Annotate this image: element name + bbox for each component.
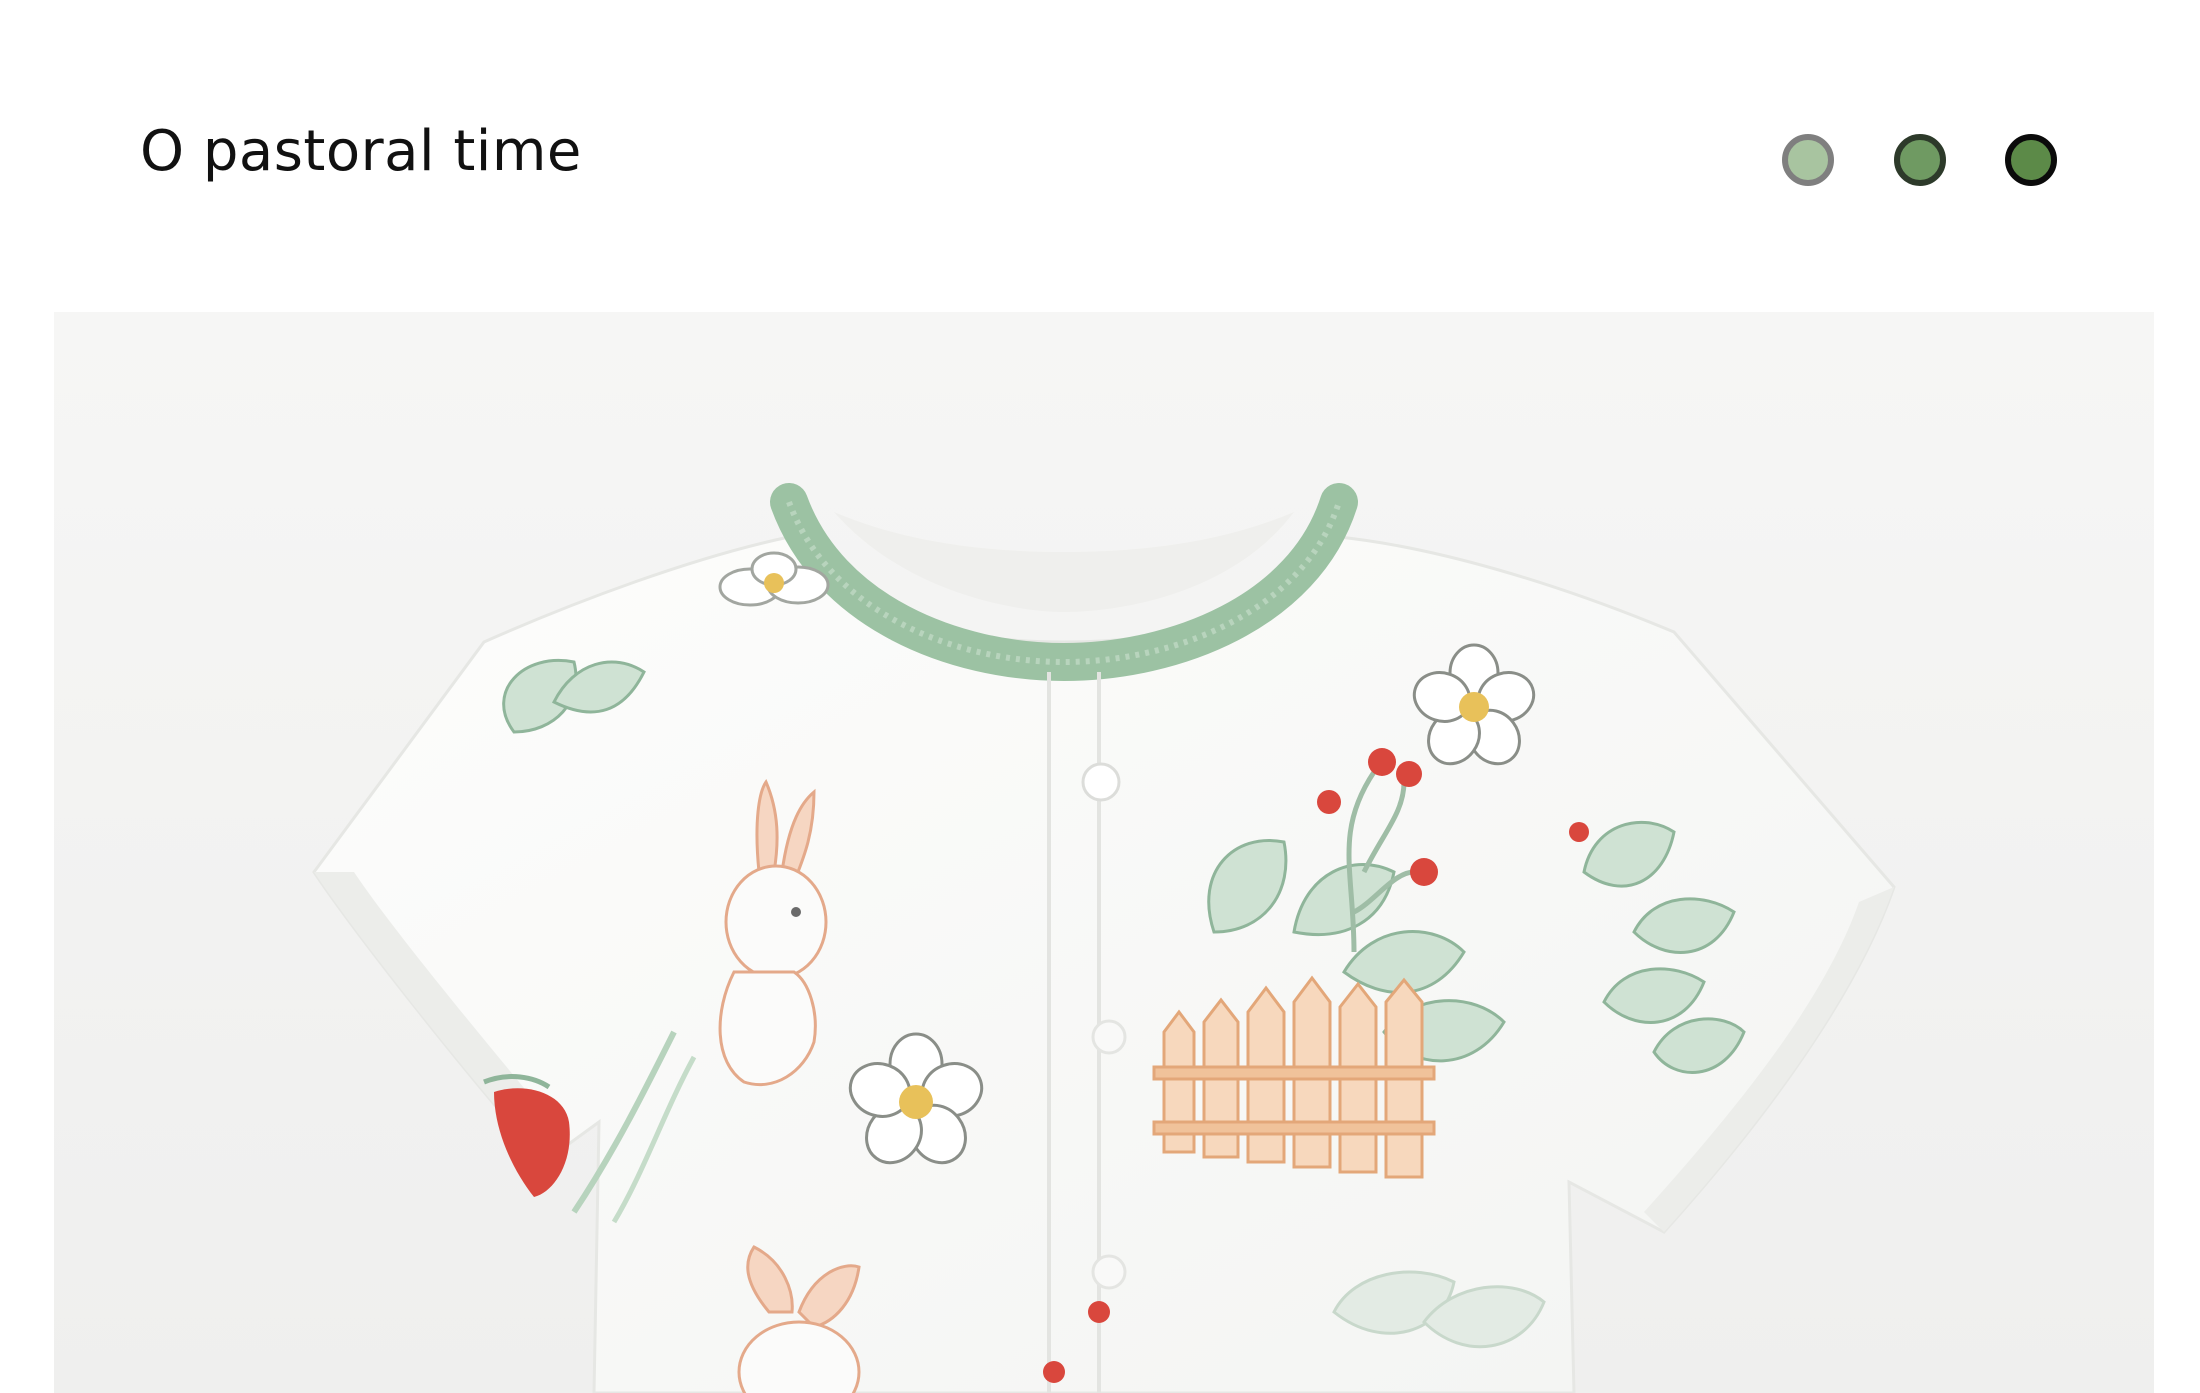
product-photo [54,312,2154,1393]
color-swatch-medium-green[interactable] [1894,134,1946,186]
color-swatch-dark-green[interactable] [2005,134,2057,186]
snap-button-1 [1081,762,1121,802]
baby-romper-illustration [54,312,2154,1393]
snap-button-3 [1091,1254,1127,1290]
page-header: O pastoral time [0,0,2200,300]
page-title: O pastoral time [140,119,582,184]
color-swatch-light-green[interactable] [1782,134,1834,186]
snap-button-2 [1091,1019,1127,1055]
